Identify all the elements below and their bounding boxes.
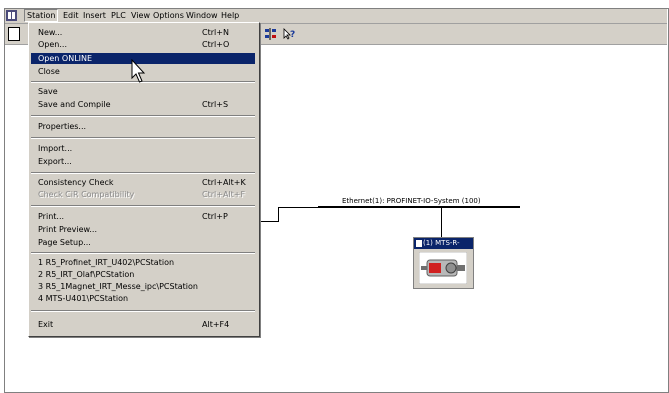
sensor-device-image (419, 252, 467, 284)
menu-item-recent-2[interactable]: 2 R5_IRT_Olaf\PCStation (31, 269, 255, 280)
menu-item-save[interactable]: Save (31, 86, 255, 97)
menu-insert[interactable]: Insert (81, 10, 108, 21)
menu-separator (31, 205, 255, 207)
menu-item-recent-3[interactable]: 3 R5_1Magnet_IRT_Messe_ipc\PCStation (31, 281, 255, 292)
menu-item-label: Close (38, 67, 60, 76)
menu-options[interactable]: Options (151, 10, 186, 21)
menu-separator (31, 137, 255, 139)
menu-item-label: Check CiR Compatibility (38, 190, 135, 199)
profinet-bus-label: Ethernet(1): PROFINET-IO-System (100) (342, 197, 481, 205)
menu-item-page-setup[interactable]: Page Setup... (31, 237, 255, 248)
menu-item-print-preview[interactable]: Print Preview... (31, 224, 255, 235)
connection-line (278, 207, 318, 208)
menu-edit[interactable]: Edit (61, 10, 81, 21)
svg-text:?: ? (290, 30, 295, 40)
menu-item-label: Print Preview... (38, 225, 97, 234)
menu-item-label: Export... (38, 157, 72, 166)
menu-item-shortcut: Alt+F4 (202, 320, 230, 329)
menu-item-consistency-check[interactable]: Consistency Check Ctrl+Alt+K (31, 177, 255, 188)
device-connection-line (441, 208, 442, 238)
menu-item-shortcut: Ctrl+Alt+K (202, 178, 246, 187)
menu-item-check-cir: Check CiR Compatibility Ctrl+Alt+F (31, 189, 255, 200)
menu-item-label: 2 R5_IRT_Olaf\PCStation (38, 270, 135, 279)
menu-help[interactable]: Help (219, 10, 241, 21)
menu-item-label: 1 R5_Profinet_IRT_U402\PCStation (38, 258, 175, 267)
menu-item-label: Consistency Check (38, 178, 114, 187)
menu-separator (31, 310, 255, 312)
app-icon[interactable] (6, 10, 17, 21)
menu-item-open[interactable]: Open... Ctrl+O (31, 39, 255, 50)
menu-separator (31, 115, 255, 117)
context-help-icon[interactable]: ? (282, 27, 298, 41)
menu-separator (31, 252, 255, 254)
menu-item-new[interactable]: New... Ctrl+N (31, 27, 255, 38)
io-device[interactable]: (1) MTS-R- (413, 237, 474, 289)
menu-plc[interactable]: PLC (109, 10, 128, 21)
menu-item-print[interactable]: Print... Ctrl+P (31, 211, 255, 222)
menu-item-shortcut: Ctrl+N (202, 28, 229, 37)
menu-separator (31, 172, 255, 174)
device-title: (1) MTS-R- (414, 238, 473, 249)
menu-item-label: 3 R5_1Magnet_IRT_Messe_ipc\PCStation (38, 282, 198, 291)
menu-item-shortcut: Ctrl+O (202, 40, 230, 49)
mouse-cursor-icon (131, 59, 146, 83)
menu-item-recent-1[interactable]: 1 R5_Profinet_IRT_U402\PCStation (31, 257, 255, 268)
menu-item-label: Save and Compile (38, 100, 111, 109)
menu-item-label: 4 MTS-U401\PCStation (38, 294, 129, 303)
menu-item-export[interactable]: Export... (31, 156, 255, 167)
menu-item-save-and-compile[interactable]: Save and Compile Ctrl+S (31, 99, 255, 110)
connection-line (278, 207, 279, 222)
connection-line (260, 221, 279, 222)
menu-item-label: Open... (38, 40, 67, 49)
network-config-icon[interactable] (263, 27, 279, 41)
menu-item-label: Properties... (38, 122, 87, 131)
menu-item-label: Exit (38, 320, 54, 329)
menu-item-shortcut: Ctrl+S (202, 100, 229, 109)
menu-item-label: Import... (38, 144, 73, 153)
profinet-bus[interactable] (318, 206, 520, 208)
menu-station[interactable]: Station (24, 9, 59, 22)
menu-item-import[interactable]: Import... (31, 143, 255, 154)
menu-item-label: New... (38, 28, 63, 37)
menu-item-properties[interactable]: Properties... (31, 121, 255, 132)
menu-item-shortcut: Ctrl+P (202, 212, 228, 221)
menu-view[interactable]: View (129, 10, 152, 21)
device-type-icon (416, 240, 422, 247)
menu-item-label: Open ONLINE (38, 54, 93, 63)
menu-item-shortcut: Ctrl+Alt+F (202, 190, 246, 199)
menu-item-label: Page Setup... (38, 238, 91, 247)
menu-item-exit[interactable]: Exit Alt+F4 (31, 319, 255, 330)
menu-item-label: Save (38, 87, 58, 96)
menu-window[interactable]: Window (184, 10, 220, 21)
menu-item-label: Print... (38, 212, 65, 221)
new-document-icon[interactable] (8, 27, 20, 41)
menu-item-recent-4[interactable]: 4 MTS-U401\PCStation (31, 293, 255, 304)
